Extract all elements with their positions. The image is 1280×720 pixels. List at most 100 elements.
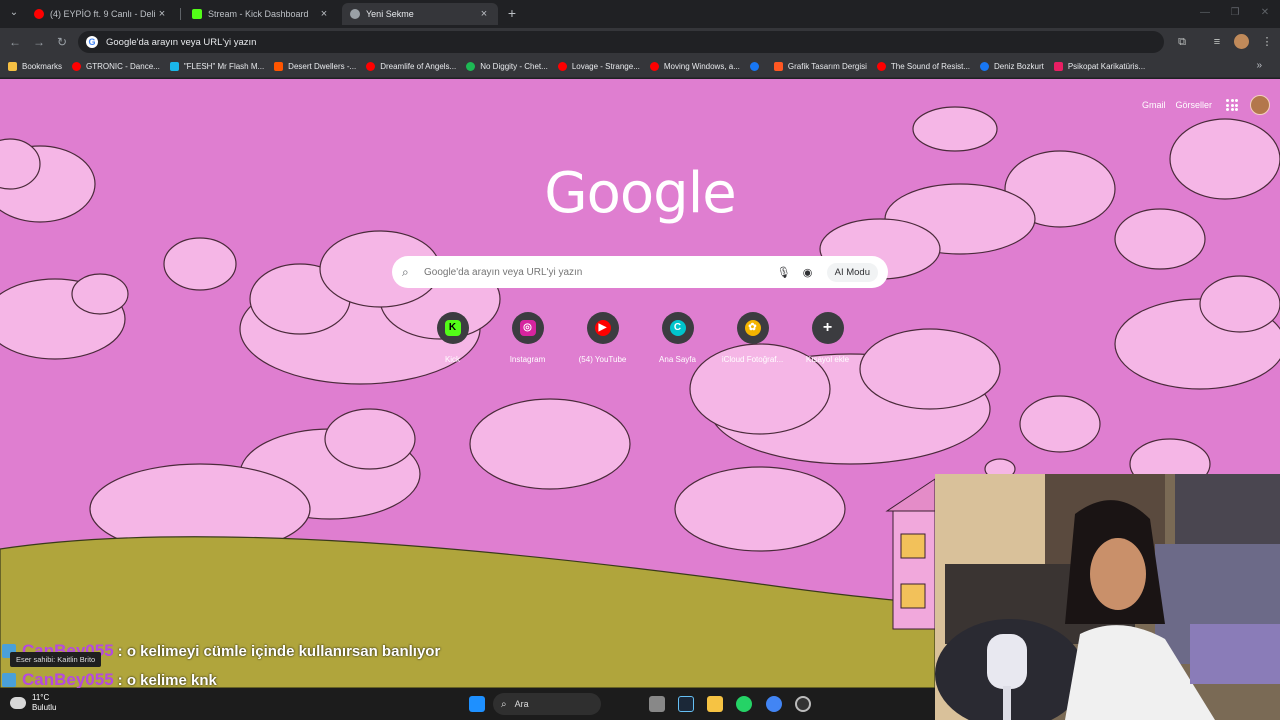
youtube-icon — [876, 62, 886, 71]
chat-text: : o kelime knk — [117, 671, 217, 689]
spotify-icon — [466, 62, 476, 71]
steam-icon[interactable] — [678, 696, 694, 712]
whatsapp-icon[interactable] — [736, 696, 752, 712]
window-close-button[interactable]: ✕ — [1250, 4, 1280, 22]
bookmark-item[interactable]: Bookmarks — [8, 62, 62, 71]
webcam-overlay — [935, 474, 1280, 720]
star-icon — [8, 62, 17, 71]
artwork-credit[interactable]: Eser sahibi: Kaitlin Brito — [10, 652, 102, 667]
cloud-icon — [10, 697, 26, 709]
address-bar[interactable]: G Google'da arayın veya URL'yi yazın — [78, 31, 1164, 53]
shortcut-label: Kick — [444, 355, 461, 364]
new-tab-button[interactable]: + — [504, 5, 520, 21]
bookmark-label: Bookmarks — [22, 62, 63, 71]
cloud-shape — [469, 398, 631, 490]
bookmark-item[interactable]: Moving Windows, a... — [649, 62, 740, 71]
back-button[interactable]: ← — [7, 34, 23, 50]
close-icon[interactable]: × — [156, 8, 168, 20]
task-view-icon[interactable] — [649, 696, 665, 712]
webcam-feed — [935, 474, 1280, 720]
shortcut-kick[interactable]: K Kick — [415, 312, 490, 364]
weather-text: 11°C Bulutlu — [32, 693, 56, 713]
tab-kick-dashboard[interactable]: Stream - Kick Dashboard × — [184, 3, 338, 25]
shortcut-tile: K — [436, 312, 469, 344]
minimize-button[interactable]: — — [1190, 4, 1220, 22]
bookmark-item[interactable]: Grafik Tasarım Dergisi — [773, 62, 867, 71]
more-bookmarks-icon[interactable]: » — [1256, 60, 1262, 71]
images-link[interactable]: Görseller — [1175, 100, 1212, 110]
ai-mode-label: AI Modu — [834, 266, 870, 278]
bookmark-item[interactable]: Deniz Bozkurt — [980, 62, 1044, 71]
search-input[interactable] — [424, 266, 769, 278]
search-icon: ⌕ — [501, 698, 507, 710]
youtube-icon — [557, 62, 567, 71]
extensions-icon[interactable]: ⧉ — [1174, 34, 1190, 50]
file-explorer-icon[interactable] — [707, 696, 723, 712]
google-apps-icon[interactable] — [1226, 99, 1238, 111]
bookmark-item[interactable]: No Diggity - Chet... — [466, 62, 548, 71]
obs-icon[interactable] — [795, 696, 811, 712]
microphone-icon[interactable]: 🎙 — [775, 266, 793, 279]
cloud-shape — [912, 106, 998, 152]
youtube-icon — [34, 9, 44, 19]
close-icon[interactable]: × — [318, 8, 330, 20]
weather-condition: Bulutlu — [32, 703, 57, 712]
soundcloud-icon — [274, 62, 284, 71]
close-icon[interactable]: × — [478, 8, 490, 20]
chrome-icon[interactable] — [766, 696, 782, 712]
maximize-button[interactable]: ❐ — [1220, 4, 1250, 22]
youtube-icon — [366, 62, 376, 71]
account-avatar[interactable] — [1250, 95, 1270, 115]
windows-start-icon[interactable] — [469, 696, 485, 712]
browser-toolbar: ← → ↻ G Google'da arayın veya URL'yi yaz… — [0, 28, 1280, 56]
shortcut-label: Instagram — [509, 355, 546, 364]
shortcut-instagram[interactable]: ◎ Instagram — [490, 312, 565, 364]
bookmark-item[interactable] — [749, 62, 764, 71]
tab-new-tab[interactable]: Yeni Sekme × — [342, 3, 498, 25]
shortcut-label: (54) YouTube — [578, 355, 627, 364]
shortcut-canva[interactable]: C Ana Sayfa — [640, 312, 715, 364]
bookmark-item[interactable]: GTRONIC - Dance... — [72, 62, 160, 71]
profile-avatar[interactable] — [1234, 34, 1249, 49]
gmail-link[interactable]: Gmail — [1142, 100, 1166, 110]
shortcut-tile: C — [661, 312, 694, 344]
more-menu-icon[interactable]: ⋮ — [1259, 34, 1275, 50]
bookmark-item[interactable]: "FLESH" Mr Flash M... — [169, 62, 264, 71]
bookmark-label: Dreamlife of Angels... — [380, 62, 457, 71]
instagram-icon: ◎ — [519, 320, 536, 336]
shortcut-label: Kısayol ekle — [805, 355, 850, 364]
reload-button[interactable]: ↻ — [54, 34, 70, 50]
photos-icon: ✿ — [744, 320, 761, 336]
youtube-icon: ▶ — [594, 320, 611, 336]
tab-youtube[interactable]: (4) EYPİO ft. 9 Canlı - Deli dedil × — [26, 3, 176, 25]
ai-mode-button[interactable]: AI Modu — [826, 262, 878, 282]
forward-button[interactable]: → — [31, 34, 47, 50]
media-control-icon[interactable]: ≡ — [1209, 34, 1225, 50]
search-box[interactable]: ⌕ 🎙 ◉ AI Modu — [392, 256, 888, 288]
bookmark-item[interactable]: Dreamlife of Angels... — [366, 62, 456, 71]
bookmark-label: No Diggity - Chet... — [480, 62, 548, 71]
bookmark-item[interactable]: Psikopat Karikatüris... — [1053, 62, 1145, 71]
bookmark-item[interactable]: The Sound of Resist... — [876, 62, 970, 71]
shortcut-youtube[interactable]: ▶ (54) YouTube — [565, 312, 640, 364]
vimeo-icon — [169, 62, 179, 71]
canva-icon: C — [669, 320, 686, 336]
cloud-shape — [1019, 395, 1101, 453]
tab-divider — [180, 8, 181, 20]
bookmark-label: Desert Dwellers -... — [288, 62, 357, 71]
weather-widget[interactable]: 11°C Bulutlu — [10, 693, 56, 713]
shortcut-tile: ✿ — [736, 312, 769, 344]
tab-search-icon[interactable]: ⌄ — [6, 5, 22, 21]
bookmark-label: Lovage - Strange... — [571, 62, 640, 71]
cloud-shape — [674, 466, 846, 552]
google-lens-icon[interactable]: ◉ — [799, 266, 817, 279]
search-icon: ⌕ — [402, 264, 409, 279]
google-g-icon: G — [86, 36, 98, 48]
bookmark-item[interactable]: Desert Dwellers -... — [274, 62, 356, 71]
shortcut-icloud-photos[interactable]: ✿ iCloud Fotoğraf... — [715, 312, 790, 364]
add-shortcut-button[interactable]: + Kısayol ekle — [790, 312, 865, 364]
bookmark-item[interactable]: Lovage - Strange... — [557, 62, 640, 71]
kick-icon: K — [444, 320, 461, 336]
taskbar-search[interactable]: ⌕ Ara — [493, 693, 601, 715]
chat-text: : o kelimeyi cümle içinde kullanırsan ba… — [117, 642, 441, 660]
